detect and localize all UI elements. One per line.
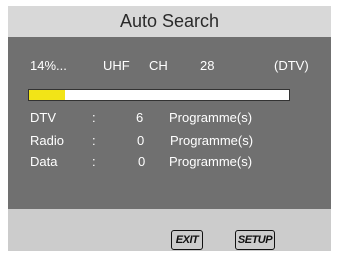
signal-type: (DTV) [274,58,309,73]
count-separator: : [92,133,96,148]
count-unit: Programme(s) [169,154,253,169]
setup-button[interactable]: SETUP [235,230,275,250]
count-value: 6 [136,110,144,125]
search-progress-fill [29,90,66,100]
search-status-panel: 14%... UHF CH 28 (DTV) DTV : 6 Programme… [8,37,331,209]
count-unit: Programme(s) [170,133,254,148]
count-label: Radio [30,133,64,148]
count-value: 0 [138,154,146,169]
channel-label: CH [149,58,168,73]
count-separator: : [92,110,96,125]
search-progress-bar [28,89,290,101]
exit-button[interactable]: EXIT [171,230,203,250]
auto-search-dialog: Auto Search 14%... UHF CH 28 (DTV) DTV :… [8,6,331,251]
dialog-header: Auto Search [8,6,331,37]
progress-percent-text: 14%... [30,58,67,73]
band-label: UHF [103,58,130,73]
count-label: Data [30,154,58,169]
channel-number: 28 [200,58,215,73]
count-label: DTV [30,110,56,125]
count-separator: : [92,154,96,169]
dialog-footer [8,209,331,251]
count-value: 0 [137,133,145,148]
dialog-title: Auto Search [119,11,220,31]
count-unit: Programme(s) [169,110,253,125]
